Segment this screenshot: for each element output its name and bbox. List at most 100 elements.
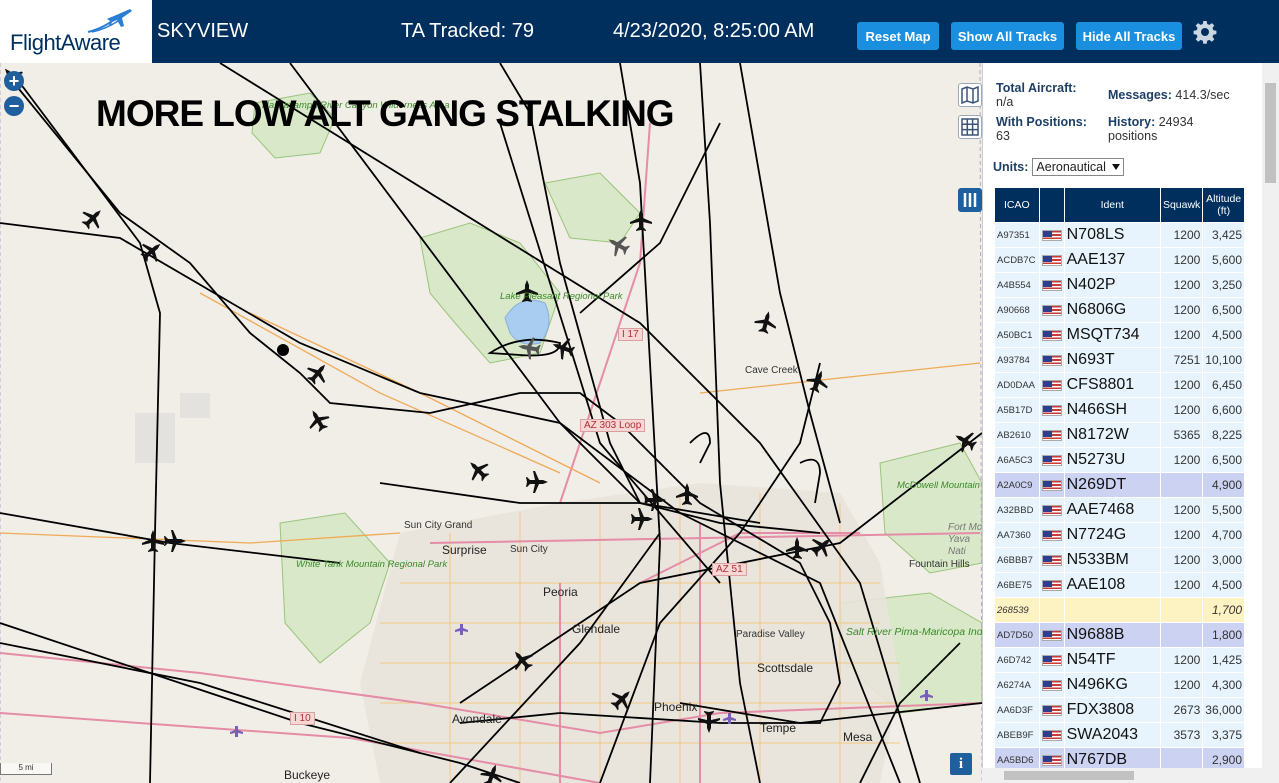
table-row[interactable]: A4B554 N402P 1200 3,250 — [995, 273, 1244, 297]
total-aircraft-label: Total Aircraft: — [996, 81, 1077, 95]
table-row[interactable]: AD0DAA CFS8801 1200 6,450 — [995, 373, 1244, 397]
ident-cell: FDX3808 — [1064, 698, 1160, 722]
scrollbar-thumb[interactable] — [1004, 771, 1134, 780]
aircraft-icon[interactable] — [803, 366, 833, 396]
columns-icon — [963, 193, 977, 207]
us-flag-icon — [1041, 679, 1062, 691]
table-row[interactable]: A6BBB7 N533BM 1200 3,000 — [995, 548, 1244, 572]
messages-stat: Messages: 414.3/sec — [1108, 88, 1230, 102]
squawk-cell: 1200 — [1160, 498, 1203, 522]
zoom-in-button[interactable]: + — [4, 71, 24, 91]
aircraft-icon[interactable] — [302, 404, 334, 436]
altitude-cell: 4,900 — [1203, 473, 1244, 497]
aircraft-icon[interactable] — [462, 454, 494, 486]
map-label-buckeye: Buckeye — [284, 768, 331, 782]
column-header-squawk[interactable]: Squawk — [1160, 188, 1203, 222]
columns-toggle-button[interactable] — [958, 188, 982, 212]
aircraft-icon[interactable] — [142, 530, 164, 552]
ident-cell: N6806G — [1064, 298, 1160, 322]
ident-cell: AAE108 — [1064, 573, 1160, 597]
table-row[interactable]: A6274A N496KG 1200 4,300 — [995, 673, 1244, 697]
map-label-lake-pleasant: Lake Pleasant Regional Park — [500, 291, 623, 302]
history-unit: positions — [1108, 129, 1158, 143]
aircraft-icon[interactable] — [302, 357, 334, 389]
flag-cell — [1039, 373, 1064, 397]
squawk-cell — [1160, 623, 1203, 647]
table-row[interactable]: AD7D50 N9688B 1,800 — [995, 623, 1244, 647]
column-header-icao[interactable]: ICAO — [995, 188, 1039, 222]
show-all-tracks-button[interactable]: Show All Tracks — [951, 22, 1064, 50]
aircraft-icon[interactable] — [606, 683, 638, 715]
aircraft-icon[interactable] — [752, 308, 780, 336]
aircraft-icon[interactable] — [77, 202, 109, 234]
hide-all-tracks-button[interactable]: Hide All Tracks — [1076, 22, 1182, 50]
aircraft-icon[interactable] — [516, 335, 542, 361]
column-header-flag[interactable] — [1039, 188, 1064, 222]
zoom-out-button[interactable]: − — [4, 96, 24, 116]
column-header-altitude[interactable]: Altitude (ft) — [1203, 188, 1244, 222]
map-label-sun-city: Sun City — [510, 544, 548, 555]
icao-cell: AB2610 — [995, 423, 1039, 447]
scrollbar-thumb[interactable] — [1265, 83, 1276, 183]
table-row[interactable]: A97351 N708LS 1200 3,425 — [995, 223, 1244, 247]
table-row[interactable]: A90668 N6806G 1200 6,500 — [995, 298, 1244, 322]
column-header-ident[interactable]: Ident — [1064, 188, 1160, 222]
flightaware-logo[interactable]: FlightAware — [0, 0, 152, 63]
table-row[interactable]: AA7360 N7724G 1200 4,700 — [995, 523, 1244, 547]
aircraft-icon[interactable] — [548, 333, 578, 363]
flag-cell — [1039, 473, 1064, 497]
info-button[interactable]: i — [950, 753, 972, 775]
table-row[interactable]: A6BE75 AAE108 1200 4,500 — [995, 573, 1244, 597]
ident-cell: AAE137 — [1064, 248, 1160, 272]
aircraft-icon[interactable] — [506, 644, 538, 676]
squawk-cell: 1200 — [1160, 648, 1203, 672]
map-scale: 5 mi — [0, 763, 52, 775]
aircraft-icon[interactable] — [698, 711, 720, 733]
us-flag-icon — [1041, 479, 1062, 491]
us-flag-icon — [1041, 229, 1062, 241]
table-row[interactable]: A6D742 N54TF 1200 1,425 — [995, 648, 1244, 672]
aircraft-icon[interactable] — [602, 229, 634, 261]
table-row[interactable]: A5B17D N466SH 1200 6,600 — [995, 398, 1244, 422]
tracked-count: TA Tracked: 79 — [401, 20, 535, 42]
table-row[interactable]: AB2610 N8172W 5365 8,225 — [995, 423, 1244, 447]
us-flag-icon — [1041, 629, 1062, 641]
aircraft-icon[interactable] — [786, 537, 808, 559]
skyview-app: FlightAware SKYVIEW TA Tracked: 79 4/23/… — [0, 0, 1279, 783]
vertical-scrollbar[interactable] — [1262, 63, 1279, 768]
table-row[interactable]: ABEB9F SWA2043 3573 3,375 — [995, 723, 1244, 747]
table-row[interactable]: A50BC1 MSQT734 1200 4,500 — [995, 323, 1244, 347]
gear-icon[interactable] — [1193, 20, 1217, 44]
aircraft-icon[interactable] — [630, 209, 652, 231]
units-select[interactable]: Aeronautical — [1032, 158, 1124, 176]
aircraft-icon[interactable] — [136, 235, 168, 267]
aircraft-icon[interactable] — [631, 508, 653, 530]
map-canvas[interactable]: Hassayampa River Canyon Wilderness Area … — [0, 63, 982, 783]
table-row[interactable]: 268539 1,700 — [995, 598, 1244, 622]
ident-cell: N5273U — [1064, 448, 1160, 472]
horizontal-scrollbar[interactable] — [982, 768, 1279, 783]
aircraft-icon[interactable] — [949, 425, 981, 457]
aircraft-icon[interactable] — [526, 471, 548, 493]
map-label-mcdowell: McDowell Mountain Regional Park — [897, 480, 982, 491]
aircraft-icon[interactable] — [477, 760, 507, 783]
aircraft-icon[interactable] — [806, 530, 838, 562]
table-row[interactable]: A32BBD AAE7468 1200 5,500 — [995, 498, 1244, 522]
header-bar: FlightAware SKYVIEW TA Tracked: 79 4/23/… — [0, 0, 1279, 63]
squawk-cell: 7251 — [1160, 348, 1203, 372]
grid-toggle-button[interactable] — [958, 115, 982, 139]
squawk-cell — [1160, 598, 1203, 622]
icao-cell: A6A5C3 — [995, 448, 1039, 472]
altitude-cell: 10,100 — [1203, 348, 1244, 372]
aircraft-sidebar: Total Aircraft: n/a With Positions: 63 M… — [982, 63, 1279, 783]
aircraft-icon[interactable] — [644, 489, 666, 511]
reset-map-button[interactable]: Reset Map — [857, 22, 939, 50]
table-row[interactable]: AA6D3F FDX3808 2673 36,000 — [995, 698, 1244, 722]
table-row[interactable]: ACDB7C AAE137 1200 5,600 — [995, 248, 1244, 272]
aircraft-icon[interactable] — [164, 530, 186, 552]
aircraft-icon[interactable] — [676, 483, 698, 505]
table-row[interactable]: A2A0C9 N269DT 4,900 — [995, 473, 1244, 497]
table-row[interactable]: A93784 N693T 7251 10,100 — [995, 348, 1244, 372]
map-layer-button[interactable] — [958, 83, 982, 107]
table-row[interactable]: A6A5C3 N5273U 1200 6,500 — [995, 448, 1244, 472]
